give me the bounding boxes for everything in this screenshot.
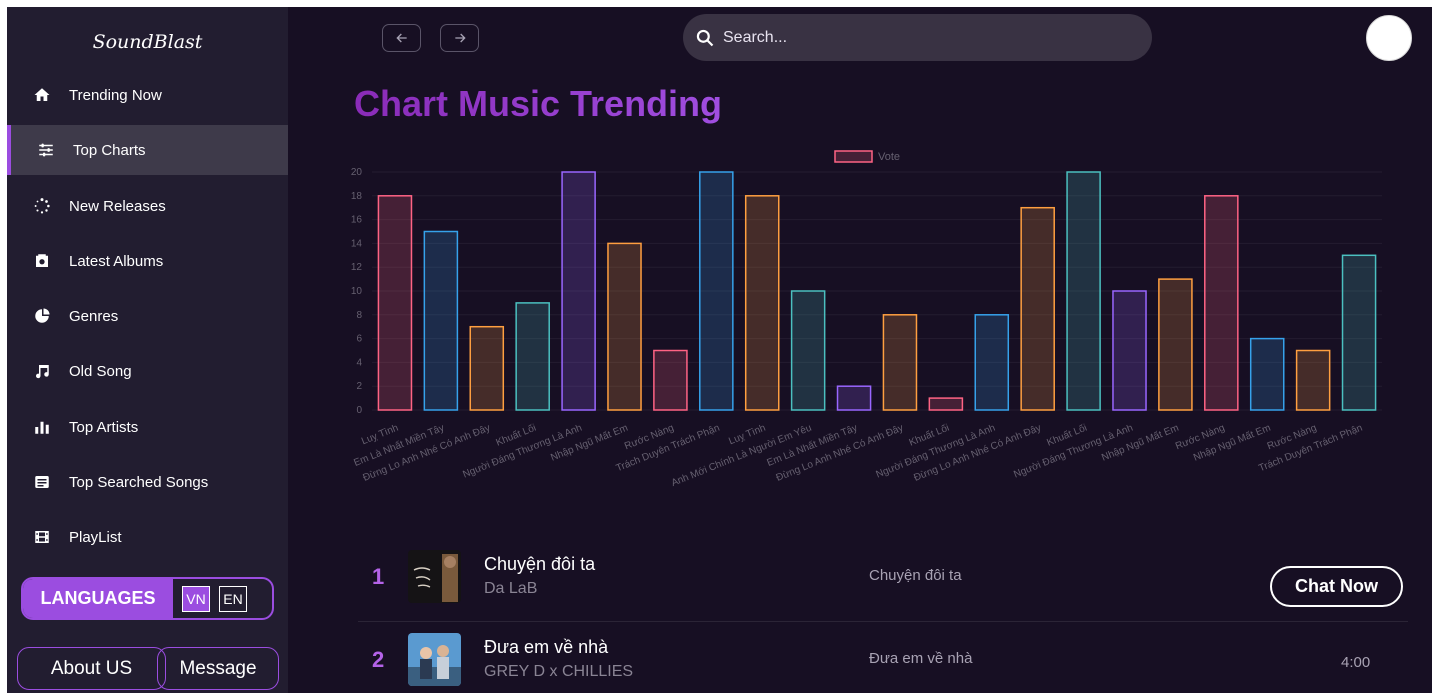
sidebar-item-label: Old Song xyxy=(69,362,132,380)
chart-bar xyxy=(974,314,1010,411)
chart-bar xyxy=(607,242,642,411)
chart-bar xyxy=(515,302,550,411)
home-icon xyxy=(33,86,51,104)
sidebar-item-latest-albums[interactable]: Latest Albums xyxy=(7,236,288,286)
chart-bar xyxy=(653,349,688,411)
chart-bar xyxy=(423,230,459,411)
y-tick-label: 6 xyxy=(356,334,362,345)
song-artist[interactable]: Da LaB xyxy=(484,580,537,598)
song-duration: 4:00 xyxy=(1341,654,1371,671)
album-icon xyxy=(33,252,51,270)
languages-label: LANGUAGES xyxy=(23,579,173,618)
sidebar-item-new-releases[interactable]: New Releases xyxy=(7,181,288,231)
sidebar-item-label: Top Artists xyxy=(69,418,139,436)
spinner-icon xyxy=(33,197,51,215)
song-thumbnail[interactable] xyxy=(408,633,461,686)
sidebar-item-playlist[interactable]: PlayList xyxy=(7,512,288,562)
sidebar-item-top-searched-songs[interactable]: Top Searched Songs xyxy=(7,457,288,507)
sidebar-item-top-artists[interactable]: Top Artists xyxy=(7,402,288,452)
chart-bar xyxy=(561,171,596,411)
main-content: Chart Music Trending 02468101214161820Vo… xyxy=(288,7,1432,693)
back-button[interactable] xyxy=(382,24,421,52)
search-bar xyxy=(683,14,1152,61)
y-tick-label: 20 xyxy=(351,167,363,178)
chart-bar xyxy=(1204,195,1239,411)
film-icon xyxy=(33,528,51,546)
chart-bar xyxy=(1020,206,1055,411)
sidebar-item-label: PlayList xyxy=(69,528,122,546)
y-tick-label: 12 xyxy=(351,262,363,273)
x-tick-label: Nhập Ngũ Mất Em xyxy=(549,422,630,464)
chart-bar xyxy=(1066,171,1101,411)
bar-chart-icon xyxy=(33,418,51,436)
language-switcher: LANGUAGES VN EN xyxy=(21,577,274,620)
message-button[interactable]: Message xyxy=(157,647,279,690)
y-tick-label: 16 xyxy=(351,215,363,226)
row-divider xyxy=(358,621,1408,622)
about-us-button[interactable]: About US xyxy=(17,647,166,690)
sliders-icon xyxy=(37,141,55,159)
chart-bar xyxy=(1112,290,1147,411)
page-title: Chart Music Trending xyxy=(354,83,723,124)
sidebar-item-label: Latest Albums xyxy=(69,252,164,270)
music-note-icon xyxy=(33,362,51,380)
language-vn-button[interactable]: VN xyxy=(182,585,210,612)
sidebar-item-label: Top Charts xyxy=(73,141,146,159)
sidebar-item-top-charts[interactable]: Top Charts xyxy=(7,125,288,175)
sidebar-item-label: Top Searched Songs xyxy=(69,473,209,491)
chart-bar xyxy=(1249,337,1285,411)
arrow-right-icon xyxy=(454,33,466,43)
chart-bar xyxy=(1158,278,1193,411)
y-tick-label: 10 xyxy=(351,286,363,297)
chart-bar xyxy=(882,314,918,411)
chart-bar xyxy=(790,290,826,411)
legend-swatch xyxy=(834,150,873,163)
x-tick-label: Nhập Ngũ Mất Em xyxy=(1100,422,1181,464)
y-tick-label: 0 xyxy=(356,405,362,416)
chart-bar xyxy=(469,325,505,411)
chart-bar xyxy=(928,397,964,411)
legend-label: Vote xyxy=(878,151,900,163)
sidebar-item-genres[interactable]: Genres xyxy=(7,291,288,341)
chart-bar xyxy=(1295,349,1331,411)
language-en-button[interactable]: EN xyxy=(219,585,247,612)
song-album[interactable]: Đưa em về nhà xyxy=(869,650,972,667)
song-artist[interactable]: GREY D x CHILLIES xyxy=(484,663,633,681)
song-row[interactable]: 1 Chuyện đôi ta Da LaB Chuyện đôi ta Cha… xyxy=(358,550,1408,626)
forward-button[interactable] xyxy=(440,24,479,52)
chart-bar xyxy=(744,195,780,411)
song-row[interactable]: 2 Đưa em về nhà GREY D x CHILLIES Đưa em… xyxy=(358,633,1408,693)
y-tick-label: 18 xyxy=(351,191,363,202)
song-title[interactable]: Chuyện đôi ta xyxy=(484,554,595,575)
y-tick-label: 4 xyxy=(356,357,362,368)
song-rank: 2 xyxy=(372,647,385,672)
song-title[interactable]: Đưa em về nhà xyxy=(484,637,608,658)
chart-bar xyxy=(1341,254,1377,411)
arrow-left-icon xyxy=(395,33,407,43)
trending-chart: 02468101214161820VoteLuỵ TìnhEm Là Nhất … xyxy=(351,150,1382,489)
sidebar-item-old-song[interactable]: Old Song xyxy=(7,346,288,396)
chart-bar xyxy=(699,171,734,411)
sidebar-item-trending-now[interactable]: Trending Now xyxy=(7,70,288,120)
song-rank: 1 xyxy=(372,564,385,589)
song-album[interactable]: Chuyện đôi ta xyxy=(869,567,962,584)
chart-bar xyxy=(377,195,413,411)
genres-icon xyxy=(33,307,51,325)
sidebar-item-label: Trending Now xyxy=(69,86,162,104)
y-tick-label: 14 xyxy=(351,238,363,249)
y-tick-label: 2 xyxy=(356,381,362,392)
song-thumbnail[interactable] xyxy=(408,550,461,603)
search-icon xyxy=(696,29,714,46)
app-logo[interactable]: SoundBlast xyxy=(7,31,288,53)
sidebar-item-label: New Releases xyxy=(69,197,166,215)
y-tick-label: 8 xyxy=(356,310,362,321)
search-input[interactable] xyxy=(723,28,1123,47)
avatar[interactable] xyxy=(1366,15,1412,61)
chat-now-button[interactable]: Chat Now xyxy=(1270,566,1403,607)
x-tick-label: Nhập Ngũ Mất Em xyxy=(1192,422,1273,464)
sidebar: SoundBlast Trending Now Top Charts New R… xyxy=(7,7,288,693)
chart-bar xyxy=(836,385,872,411)
sidebar-item-label: Genres xyxy=(69,307,119,325)
search-list-icon xyxy=(33,473,51,491)
